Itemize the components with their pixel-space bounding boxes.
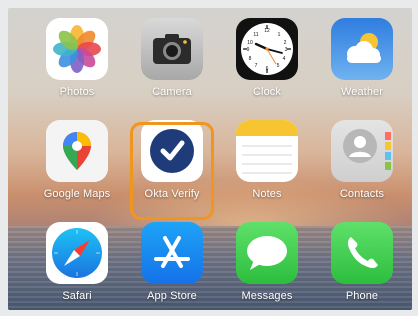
svg-text:7: 7: [255, 63, 258, 69]
svg-text:5: 5: [277, 63, 280, 69]
phone-icon: [331, 222, 393, 284]
svg-text:4: 4: [283, 56, 286, 62]
messages-icon: [236, 222, 298, 284]
svg-text:1: 1: [278, 32, 281, 38]
svg-text:9: 9: [247, 47, 250, 53]
safari-icon: [46, 222, 108, 284]
app-label: Messages: [241, 290, 293, 302]
photos-icon: [46, 18, 108, 80]
app-label: Weather: [340, 86, 384, 98]
app-label: Photos: [59, 86, 95, 98]
app-google-maps[interactable]: Google Maps: [32, 120, 122, 200]
app-store-icon: [141, 222, 203, 284]
app-contacts[interactable]: Contacts: [317, 120, 407, 200]
app-safari[interactable]: Safari: [32, 222, 122, 302]
notes-icon: [236, 120, 298, 182]
app-label: Notes: [252, 188, 282, 200]
svg-text:2: 2: [284, 40, 287, 46]
app-messages[interactable]: Messages: [222, 222, 312, 302]
app-photos[interactable]: Photos: [32, 18, 122, 98]
svg-text:3: 3: [285, 47, 288, 53]
svg-text:12: 12: [264, 28, 270, 34]
svg-text:10: 10: [247, 40, 253, 46]
app-phone[interactable]: Phone: [317, 222, 407, 302]
app-label: Phone: [345, 290, 379, 302]
app-clock[interactable]: 12 1 2 3 45 6 78 9 10 11 Clock: [222, 18, 312, 98]
app-weather[interactable]: Weather: [317, 18, 407, 98]
app-label: Clock: [252, 86, 281, 98]
app-label: Camera: [152, 86, 192, 98]
okta-verify-highlight-box: [130, 122, 214, 220]
weather-icon: [331, 18, 393, 80]
home-screen: Photos Camera 12 1 2 3 45 6 7 8 9 10 11 C…: [8, 8, 412, 310]
app-label: App Store: [147, 290, 197, 302]
app-camera[interactable]: Camera: [127, 18, 217, 98]
google-maps-icon: [46, 120, 108, 182]
app-label: Safari: [62, 290, 92, 302]
app-label: Contacts: [339, 188, 385, 200]
camera-icon: [141, 18, 203, 80]
contacts-icon: [331, 120, 393, 182]
svg-text:11: 11: [253, 32, 258, 38]
svg-text:6: 6: [266, 66, 269, 72]
app-app-store[interactable]: App Store: [127, 222, 217, 302]
app-label: Google Maps: [43, 188, 111, 200]
app-notes[interactable]: Notes: [222, 120, 312, 200]
svg-text:8: 8: [249, 56, 252, 62]
clock-icon: 12 1 2 3 45 6 78 9 10 11: [236, 18, 298, 80]
